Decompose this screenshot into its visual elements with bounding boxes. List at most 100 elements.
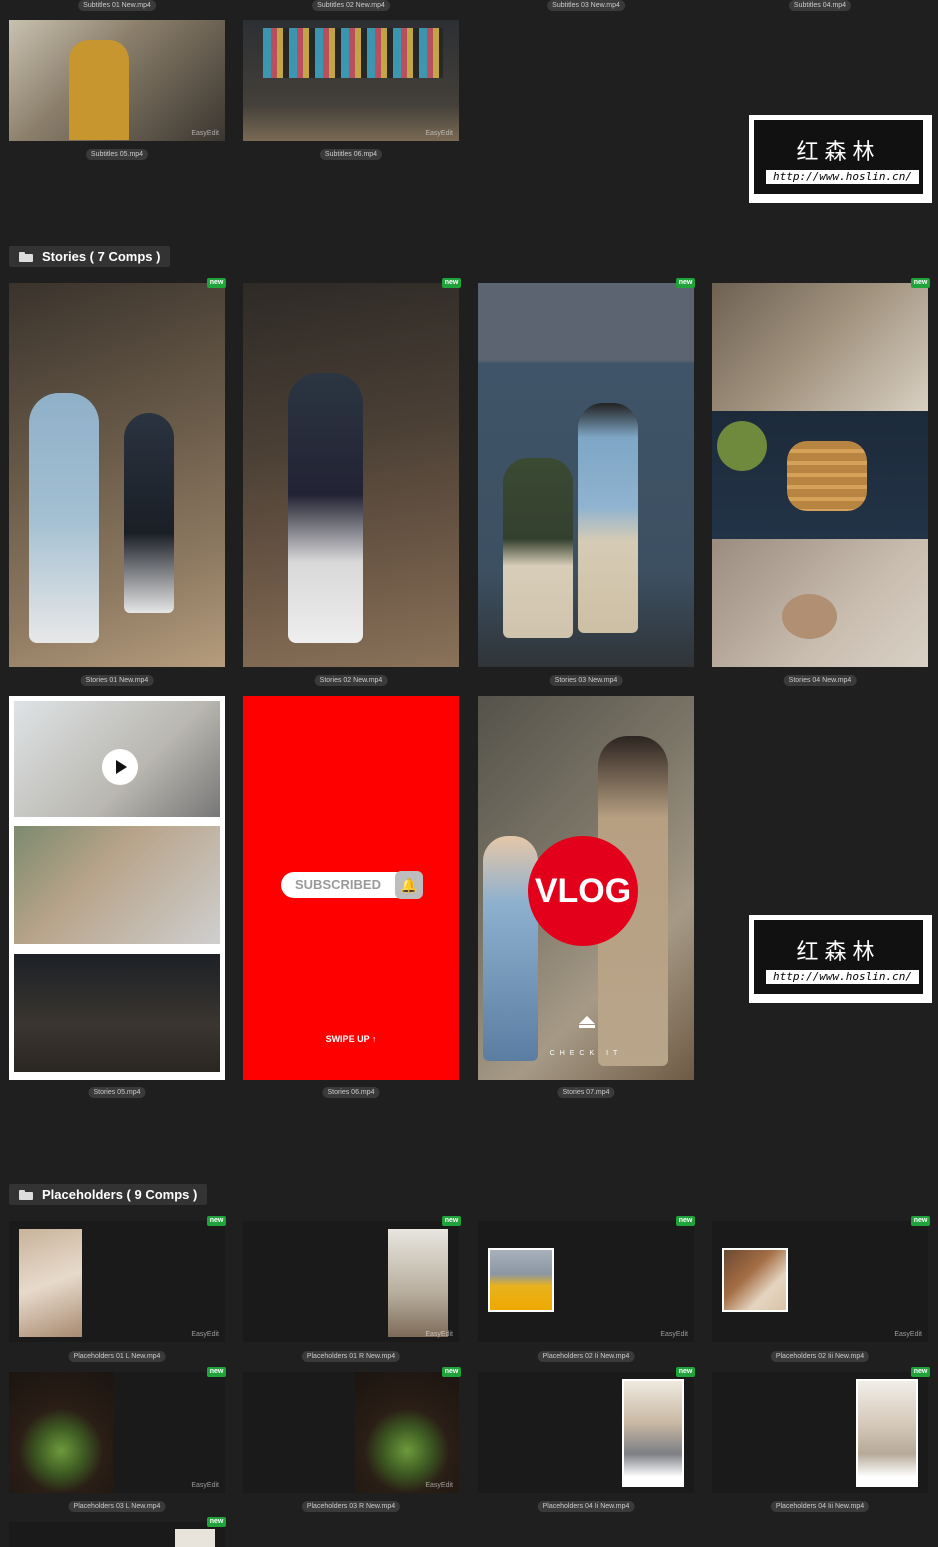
stories-section-title: Stories ( 7 Comps ) [42,249,161,264]
person-figure [29,393,99,643]
placeholder-photo [9,1372,113,1493]
caption-placeholders-02-iii: Placeholders 02 Iii New.mp4 [770,1351,870,1362]
easyedit-watermark: EasyEdit [425,1331,453,1338]
caption-subtitles-05: Subtitles 05.mp4 [85,149,149,160]
plant [717,421,767,471]
video-thumbnail-stories-02[interactable] [243,283,459,667]
video-thumbnail-stories-07[interactable]: VLOG CHECK IT [478,696,694,1080]
vlog-badge: VLOG [528,836,638,946]
placeholder-photo [355,1372,459,1493]
video-thumbnail-placeholders-02-iii[interactable]: EasyEdit [712,1221,928,1342]
video-thumbnail-placeholders-02-ii[interactable]: EasyEdit [478,1221,694,1342]
caption-placeholders-04-ii: Placeholders 04 Ii New.mp4 [537,1501,635,1512]
new-badge: new [676,1216,695,1226]
person-figure [69,40,129,140]
video-thumbnail-stories-01[interactable] [9,283,225,667]
placeholder-photo [856,1379,918,1487]
video-thumbnail-placeholders-05[interactable] [9,1522,225,1547]
person-figure [503,458,573,638]
caption-stories-03: Stories 03 New.mp4 [549,675,623,686]
new-badge: new [207,1367,226,1377]
video-thumbnail-placeholders-01-r[interactable]: EasyEdit [243,1221,459,1342]
person-figure [124,413,174,613]
caption-placeholders-01-l: Placeholders 01 L New.mp4 [68,1351,166,1362]
site-watermark-title: 红森林 [796,940,881,965]
video-thumbnail-subtitles-06[interactable]: EasyEdit [243,20,459,141]
video-thumbnail-placeholders-03-r[interactable]: EasyEdit [243,1372,459,1493]
caption-stories-04: Stories 04 New.mp4 [783,675,857,686]
site-watermark-inner: 红森林 http://www.hoslin.cn/ [753,919,924,995]
stories-section-header[interactable]: Stories ( 7 Comps ) [9,246,171,267]
caption-placeholders-01-r: Placeholders 01 R New.mp4 [301,1351,401,1362]
person-figure [578,403,638,633]
pancake-stack [787,441,867,511]
dog-walk-scene-image [712,539,928,667]
video-thumbnail-stories-05[interactable] [9,696,225,1080]
video-thumbnail-placeholders-04-iii[interactable] [712,1372,928,1493]
placeholder-photo [388,1229,448,1337]
person-figure [288,373,363,643]
swipe-up-label: SWIPE UP ↑ [325,1034,377,1044]
placeholder-photo [622,1379,684,1487]
check-it-label: CHECK IT [549,1050,623,1057]
new-badge: new [207,278,226,288]
caption-stories-07: Stories 07.mp4 [557,1087,615,1098]
pancakes-scene-image [712,411,928,539]
video-thumbnail-placeholders-03-l[interactable]: EasyEdit [9,1372,225,1493]
video-frame-3 [14,954,220,1072]
new-badge: new [676,278,695,288]
new-badge: new [442,1367,461,1377]
child-figure [483,836,538,1061]
new-badge: new [442,278,461,288]
subscribed-button: SUBSCRIBED 🔔 [281,871,423,899]
new-badge: new [442,1216,461,1226]
video-thumbnail-stories-04[interactable] [712,283,928,667]
placeholder-photo [19,1229,82,1337]
video-thumbnail-placeholders-01-l[interactable]: EasyEdit [9,1221,225,1342]
new-badge: new [207,1517,226,1527]
caption-subtitles-01: Subtitles 01 New.mp4 [78,0,156,11]
dog [782,594,837,639]
folder-icon [19,251,33,262]
placeholder-photo [175,1529,215,1547]
new-badge: new [911,1367,930,1377]
easyedit-watermark: EasyEdit [191,130,219,137]
placeholders-section-header[interactable]: Placeholders ( 9 Comps ) [9,1184,208,1205]
bell-icon: 🔔 [395,871,423,899]
folder-icon [19,1189,33,1200]
play-icon [102,749,138,785]
placeholder-photo [488,1248,554,1312]
sticky-notes-board [263,28,443,78]
caption-stories-05: Stories 05.mp4 [88,1087,146,1098]
video-thumbnail-stories-03[interactable] [478,283,694,667]
placeholders-section-title: Placeholders ( 9 Comps ) [42,1187,198,1202]
caption-placeholders-03-l: Placeholders 03 L New.mp4 [68,1501,166,1512]
easyedit-watermark: EasyEdit [894,1331,922,1338]
placeholder-photo [722,1248,788,1312]
caption-stories-01: Stories 01 New.mp4 [80,675,154,686]
site-watermark: 红森林 http://www.hoslin.cn/ [749,115,932,203]
site-watermark-url: http://www.hoslin.cn/ [766,970,919,984]
arrow-up-bar [579,1025,595,1028]
easyedit-watermark: EasyEdit [191,1331,219,1338]
easyedit-watermark: EasyEdit [425,130,453,137]
video-thumbnail-placeholders-04-ii[interactable] [478,1372,694,1493]
easyedit-watermark: EasyEdit [191,1482,219,1489]
video-thumbnail-subtitles-05[interactable]: EasyEdit [9,20,225,141]
site-watermark: 红森林 http://www.hoslin.cn/ [749,915,932,1003]
video-frame-1 [14,701,220,817]
video-frame-2 [14,826,220,944]
caption-placeholders-02-ii: Placeholders 02 Ii New.mp4 [537,1351,635,1362]
caption-stories-06: Stories 06.mp4 [322,1087,380,1098]
site-watermark-url: http://www.hoslin.cn/ [766,170,919,184]
caption-subtitles-04: Subtitles 04.mp4 [788,0,852,11]
subscribed-label: SUBSCRIBED [295,877,381,892]
caption-placeholders-03-r: Placeholders 03 R New.mp4 [301,1501,401,1512]
easyedit-watermark: EasyEdit [425,1482,453,1489]
new-badge: new [911,1216,930,1226]
kitchen-scene-image [712,283,928,411]
caption-subtitles-02: Subtitles 02 New.mp4 [312,0,390,11]
video-thumbnail-stories-06[interactable]: SUBSCRIBED 🔔 SWIPE UP ↑ [243,696,459,1080]
new-badge: new [911,278,930,288]
site-watermark-title: 红森林 [796,140,881,165]
